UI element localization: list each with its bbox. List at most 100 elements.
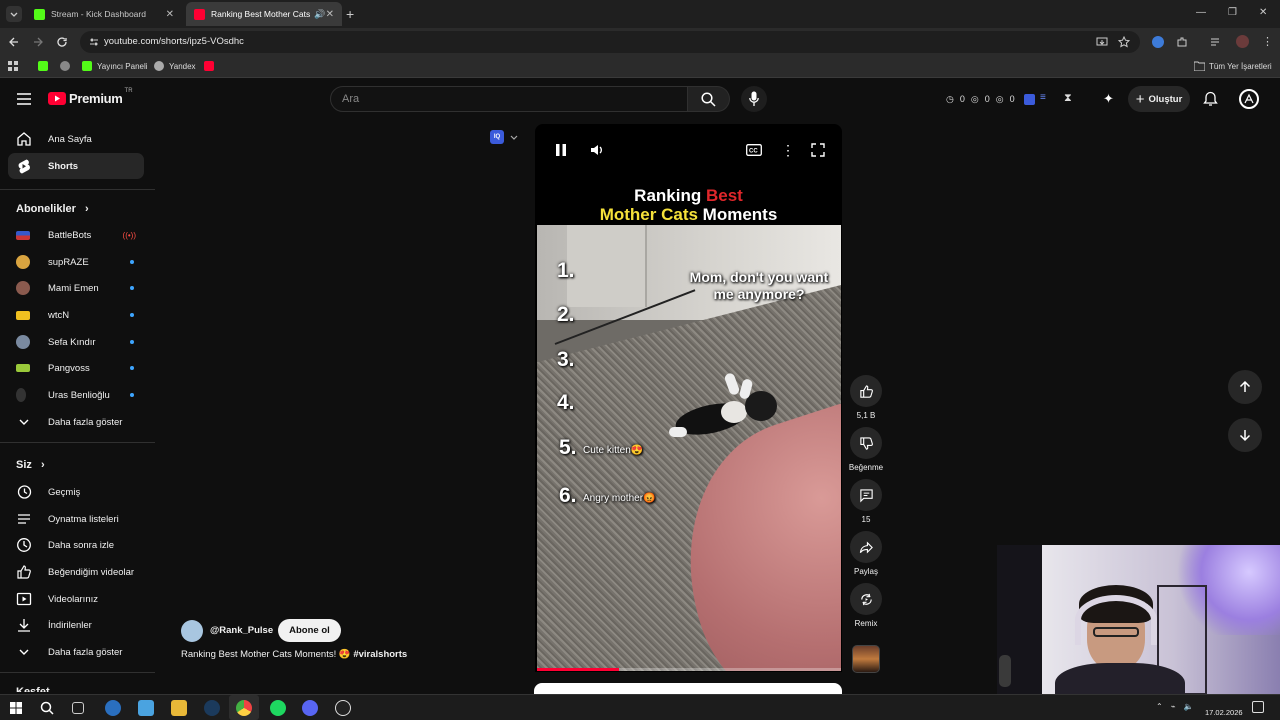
all-bookmarks[interactable]: Tüm Yer İşaretleri [1194, 61, 1272, 71]
extension-icon[interactable] [1152, 36, 1164, 48]
bookmark-yandex[interactable]: Yandex [154, 61, 196, 71]
forward-icon[interactable] [32, 36, 44, 48]
search-icon[interactable] [40, 701, 54, 715]
sidebar-item-home[interactable]: Ana Sayfa [8, 126, 144, 152]
sidebar-sub-uras-benlioglu[interactable]: Uras Benlioğlu [8, 382, 144, 408]
network-icon[interactable]: ⌁ [1171, 702, 1176, 711]
profile-avatar[interactable] [1236, 35, 1249, 48]
volume-icon[interactable]: 🔈 [1184, 702, 1194, 711]
bookmark-yayinci-paneli[interactable]: Yayıncı Paneli [82, 61, 148, 71]
show-more-subscriptions[interactable]: Daha fazla göster [8, 409, 144, 435]
pause-icon[interactable] [555, 143, 567, 157]
spotify-icon[interactable] [270, 700, 286, 716]
account-avatar[interactable] [1239, 89, 1259, 109]
chevron-up-icon[interactable]: ⌃ [1156, 702, 1163, 711]
dislike-button[interactable] [850, 427, 882, 459]
tab-kick-dashboard[interactable]: Stream - Kick Dashboard ✕ [26, 2, 182, 26]
file-explorer-icon[interactable] [171, 700, 187, 716]
puzzle-icon[interactable] [1176, 36, 1188, 48]
tab-list-button[interactable] [6, 6, 22, 22]
create-button[interactable]: + Oluştur [1128, 86, 1190, 112]
task-view-icon[interactable] [72, 702, 84, 714]
comments-button[interactable] [850, 479, 882, 511]
shorts-player[interactable]: Ranking Best Mother Cats Moments 1. 2. 3… [535, 124, 842, 672]
site-info-icon[interactable] [88, 36, 100, 48]
windows-start-icon[interactable] [10, 702, 22, 714]
search-input[interactable]: Ara [330, 86, 688, 112]
restore-icon[interactable]: ❐ [1228, 7, 1237, 18]
sidebar-item-liked-videos[interactable]: Beğendiğim videolar [8, 559, 144, 585]
list-icon[interactable]: ≡ [1040, 92, 1046, 103]
channel-avatar[interactable] [181, 619, 203, 642]
subscriptions-heading[interactable]: Abonelikler › [16, 203, 89, 215]
app-icon[interactable] [105, 700, 121, 716]
youtube-premium-logo[interactable]: Premium TR [48, 88, 133, 106]
search-button[interactable] [688, 86, 730, 112]
discord-icon[interactable] [302, 700, 318, 716]
captions-icon[interactable]: CC [746, 144, 762, 156]
volume-icon[interactable] [590, 143, 604, 157]
sidebar-item-history[interactable]: Geçmiş [8, 479, 144, 505]
notifications-bell-icon[interactable] [1203, 91, 1218, 107]
trophy-icon[interactable]: ⧗ [1064, 92, 1072, 105]
obs-icon[interactable] [335, 700, 351, 716]
close-window-icon[interactable]: ✕ [1259, 7, 1267, 18]
sidebar-sub-battlebots[interactable]: BattleBots ((•)) [8, 222, 144, 248]
url-field[interactable]: youtube.com/shorts/ipz5-VOsdhc [80, 31, 1140, 53]
clock-date[interactable]: 17.02.2026 [1205, 708, 1243, 717]
menu-icon[interactable]: ⋮ [1262, 35, 1273, 48]
tab-youtube-short[interactable]: Ranking Best Mother Cats Mo 🔊 ✕ [186, 2, 342, 26]
globe-icon [60, 61, 70, 71]
back-icon[interactable] [8, 36, 20, 48]
install-icon[interactable] [1096, 36, 1108, 48]
iq-extension-dropdown[interactable]: IQ [490, 130, 518, 144]
sidebar-item-downloads[interactable]: İndirilenler [8, 612, 144, 638]
close-icon[interactable]: ✕ [326, 9, 334, 20]
video-frame[interactable]: 1. 2. 3. 4. 5. Cute kitten😍 6. Angry mot… [537, 225, 841, 671]
gem-icon[interactable]: ✦ [1103, 91, 1114, 107]
youtube-masthead: Premium TR Ara ◷ 0 ◎ 0 ◎ 0 ≡ ⧗ ✦ + Oluştur [0, 80, 1280, 120]
show-more-you[interactable]: Daha fazla göster [8, 639, 144, 665]
previous-short-button[interactable] [1228, 370, 1262, 404]
apps-icon[interactable] [8, 61, 19, 72]
clock-icon: ◷ [946, 94, 954, 104]
bookmark-youtube[interactable] [204, 61, 219, 71]
notification-center-icon[interactable] [1252, 701, 1264, 713]
minimize-icon[interactable]: — [1196, 7, 1206, 18]
next-short-preview[interactable] [534, 683, 842, 694]
next-short-button[interactable] [1228, 418, 1262, 452]
sound-thumbnail[interactable] [852, 645, 880, 673]
fullscreen-icon[interactable] [811, 143, 825, 157]
voice-search-button[interactable] [741, 86, 767, 112]
progress-track[interactable] [537, 668, 841, 671]
bookmark-kick[interactable] [38, 61, 53, 71]
iq-extension-icon[interactable] [1024, 94, 1035, 105]
steam-icon[interactable] [204, 700, 220, 716]
subscribe-button[interactable]: Abone ol [278, 619, 341, 642]
close-icon[interactable]: ✕ [166, 9, 174, 20]
sidebar-sub-sefa-kindir[interactable]: Sefa Kındır [8, 329, 144, 355]
star-icon[interactable] [1118, 36, 1130, 48]
sidebar-item-your-videos[interactable]: Videolarınız [8, 586, 144, 612]
hamburger-menu-icon[interactable] [16, 92, 32, 106]
sidebar-sub-mami-emen[interactable]: Mami Emen [8, 275, 144, 301]
sidebar-item-watch-later[interactable]: Daha sonra izle [8, 532, 144, 558]
sidebar-item-shorts[interactable]: Shorts [8, 153, 144, 179]
speaker-icon[interactable]: 🔊 [314, 9, 325, 20]
channel-handle[interactable]: @Rank_Pulse [210, 625, 273, 636]
sidebar-sub-supraze[interactable]: supRAZE [8, 249, 144, 275]
hashtag-link[interactable]: #viralshorts [353, 649, 407, 660]
sidebar-sub-wtcn[interactable]: wtcN [8, 302, 144, 328]
share-button[interactable] [850, 531, 882, 563]
reload-icon[interactable] [56, 36, 68, 48]
bookmark-globe[interactable] [60, 61, 75, 71]
remix-button[interactable] [850, 583, 882, 615]
store-icon[interactable] [138, 700, 154, 716]
like-button[interactable] [850, 375, 882, 407]
sidebar-sub-pangvoss[interactable]: Pangvoss [8, 355, 144, 381]
more-options-icon[interactable]: ⋮ [781, 142, 795, 159]
you-heading[interactable]: Siz › [16, 459, 45, 471]
media-icon[interactable] [1210, 36, 1222, 48]
new-tab-button[interactable]: + [346, 6, 354, 22]
sidebar-item-playlists[interactable]: Oynatma listeleri [8, 506, 144, 532]
